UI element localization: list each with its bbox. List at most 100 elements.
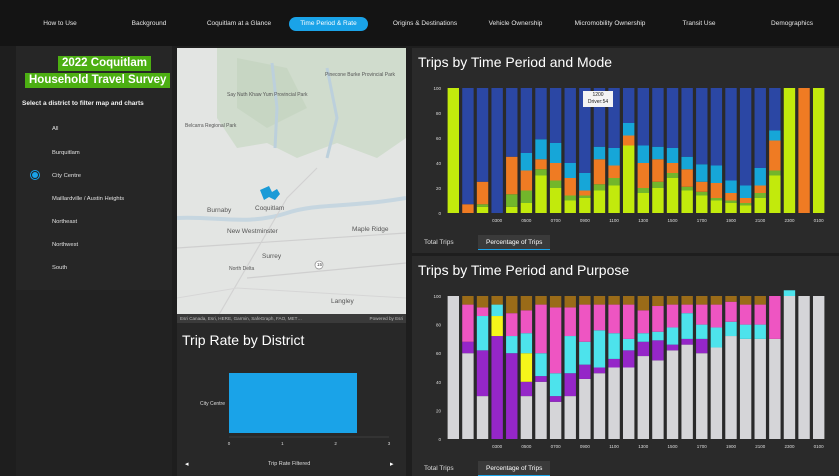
bar-segment[interactable] bbox=[652, 181, 664, 188]
bar-segment[interactable] bbox=[666, 178, 679, 213]
bar-segment[interactable] bbox=[447, 88, 460, 213]
bar-segment[interactable] bbox=[739, 296, 752, 305]
bar-segment[interactable] bbox=[637, 296, 650, 311]
tab-micromobility-ownership[interactable]: Micromobility Ownership bbox=[560, 17, 660, 31]
bar-segment[interactable] bbox=[710, 88, 723, 166]
bar-segment[interactable] bbox=[696, 181, 708, 192]
tab-how-to-use[interactable]: How to Use bbox=[30, 17, 90, 31]
bar-segment[interactable] bbox=[666, 350, 679, 439]
bar-segment[interactable] bbox=[564, 200, 576, 214]
bar-segment[interactable] bbox=[476, 206, 489, 213]
bar-segment[interactable] bbox=[666, 88, 679, 148]
bar-segment[interactable] bbox=[564, 336, 576, 374]
bar-segment[interactable] bbox=[491, 88, 503, 213]
bar-segment[interactable] bbox=[696, 88, 708, 165]
bar-segment[interactable] bbox=[622, 338, 635, 351]
bar-segment[interactable] bbox=[666, 344, 679, 351]
bar-segment[interactable] bbox=[462, 353, 474, 439]
bar-segment[interactable] bbox=[622, 296, 635, 305]
bar-segment[interactable] bbox=[535, 296, 547, 305]
bar-segment[interactable] bbox=[506, 313, 518, 337]
bar-segment[interactable] bbox=[652, 331, 664, 341]
bar-segment[interactable] bbox=[506, 156, 518, 195]
bar-segment[interactable] bbox=[579, 190, 591, 196]
bar-segment[interactable] bbox=[666, 296, 679, 305]
bar-segment[interactable] bbox=[798, 88, 810, 213]
bar-segment[interactable] bbox=[622, 145, 635, 214]
district-option-all[interactable]: All bbox=[52, 126, 58, 132]
bar-segment[interactable] bbox=[652, 360, 664, 439]
bar-segment[interactable] bbox=[725, 203, 737, 213]
bar-segment[interactable] bbox=[812, 88, 825, 213]
bar-segment[interactable] bbox=[564, 296, 576, 308]
bar-segment[interactable] bbox=[652, 146, 664, 160]
bar-segment[interactable] bbox=[593, 296, 606, 305]
bar-segment[interactable] bbox=[476, 204, 489, 207]
bar-segment[interactable] bbox=[696, 296, 708, 305]
bar-segment[interactable] bbox=[725, 321, 737, 337]
bar-segment[interactable] bbox=[696, 324, 708, 339]
bar-segment[interactable] bbox=[754, 198, 766, 213]
bar-segment[interactable] bbox=[681, 344, 693, 439]
bar-segment[interactable] bbox=[681, 88, 693, 157]
bar-segment[interactable] bbox=[608, 165, 620, 179]
bar-segment[interactable] bbox=[666, 163, 679, 173]
bar-segment[interactable] bbox=[681, 304, 693, 314]
bar-segment[interactable] bbox=[769, 88, 781, 131]
bar-segment[interactable] bbox=[637, 145, 650, 164]
bar-segment[interactable] bbox=[491, 304, 503, 317]
bar-segment[interactable] bbox=[769, 296, 781, 339]
bar-segment[interactable] bbox=[447, 296, 460, 439]
bar-segment[interactable] bbox=[549, 188, 562, 213]
district-option-burquitlam[interactable]: Burquitlam bbox=[52, 150, 80, 156]
bar-segment[interactable] bbox=[622, 304, 635, 339]
bar-segment[interactable] bbox=[506, 336, 518, 354]
bar-segment[interactable] bbox=[754, 88, 766, 168]
bar-segment[interactable] bbox=[462, 204, 474, 213]
bar-segment[interactable] bbox=[564, 373, 576, 397]
bar-segment[interactable] bbox=[696, 195, 708, 214]
bar-segment[interactable] bbox=[506, 353, 518, 439]
bar-segment[interactable] bbox=[520, 396, 533, 439]
bar-segment[interactable] bbox=[564, 178, 576, 196]
bar-segment[interactable] bbox=[491, 316, 503, 337]
bar-segment[interactable] bbox=[783, 88, 796, 213]
tab-transit-use[interactable]: Transit Use bbox=[670, 17, 728, 31]
bar-segment[interactable] bbox=[696, 191, 708, 196]
bar-segment[interactable] bbox=[739, 198, 752, 203]
bar-segment[interactable] bbox=[812, 296, 825, 439]
bar-segment[interactable] bbox=[622, 367, 635, 440]
bar-segment[interactable] bbox=[622, 88, 635, 123]
bar-segment[interactable] bbox=[593, 373, 606, 439]
mode-tab-percentage[interactable]: Percentage of Trips bbox=[478, 235, 551, 250]
bar-segment[interactable] bbox=[696, 353, 708, 439]
district-map[interactable]: Pinecone Burke Provincial Park Say Nuth … bbox=[177, 48, 406, 323]
bar-segment[interactable] bbox=[520, 353, 533, 382]
bar-segment[interactable] bbox=[579, 364, 591, 379]
bar-segment[interactable] bbox=[666, 327, 679, 345]
bar-segment[interactable] bbox=[579, 296, 591, 305]
bar-segment[interactable] bbox=[681, 186, 693, 191]
bar-segment[interactable] bbox=[652, 159, 664, 182]
district-option-northeast[interactable]: Northeast bbox=[52, 219, 77, 225]
tab-coquitlam-at-a-glance[interactable]: Coquitlam at a Glance bbox=[196, 17, 282, 31]
bar-segment[interactable] bbox=[725, 301, 737, 322]
bar-segment[interactable] bbox=[476, 396, 489, 439]
tab-time-period-rate[interactable]: Time Period & Rate bbox=[289, 17, 368, 31]
tab-demographics[interactable]: Demographics bbox=[752, 17, 832, 31]
scroll-right-icon[interactable]: ▸ bbox=[390, 460, 394, 468]
bar-segment[interactable] bbox=[739, 304, 752, 325]
bar-segment[interactable] bbox=[754, 304, 766, 325]
district-option-northwest[interactable]: Northwest bbox=[52, 242, 78, 248]
bar-segment[interactable] bbox=[520, 153, 533, 171]
bar-segment[interactable] bbox=[549, 180, 562, 189]
bar-segment[interactable] bbox=[637, 356, 650, 439]
bar-segment[interactable] bbox=[725, 193, 737, 201]
bar-segment[interactable] bbox=[535, 353, 547, 377]
bar-segment[interactable] bbox=[710, 327, 723, 348]
bar-segment[interactable] bbox=[535, 304, 547, 354]
bar-segment[interactable] bbox=[754, 296, 766, 305]
bar-segment[interactable] bbox=[491, 336, 503, 439]
bar-segment[interactable] bbox=[549, 396, 562, 402]
bar-segment[interactable] bbox=[579, 195, 591, 199]
